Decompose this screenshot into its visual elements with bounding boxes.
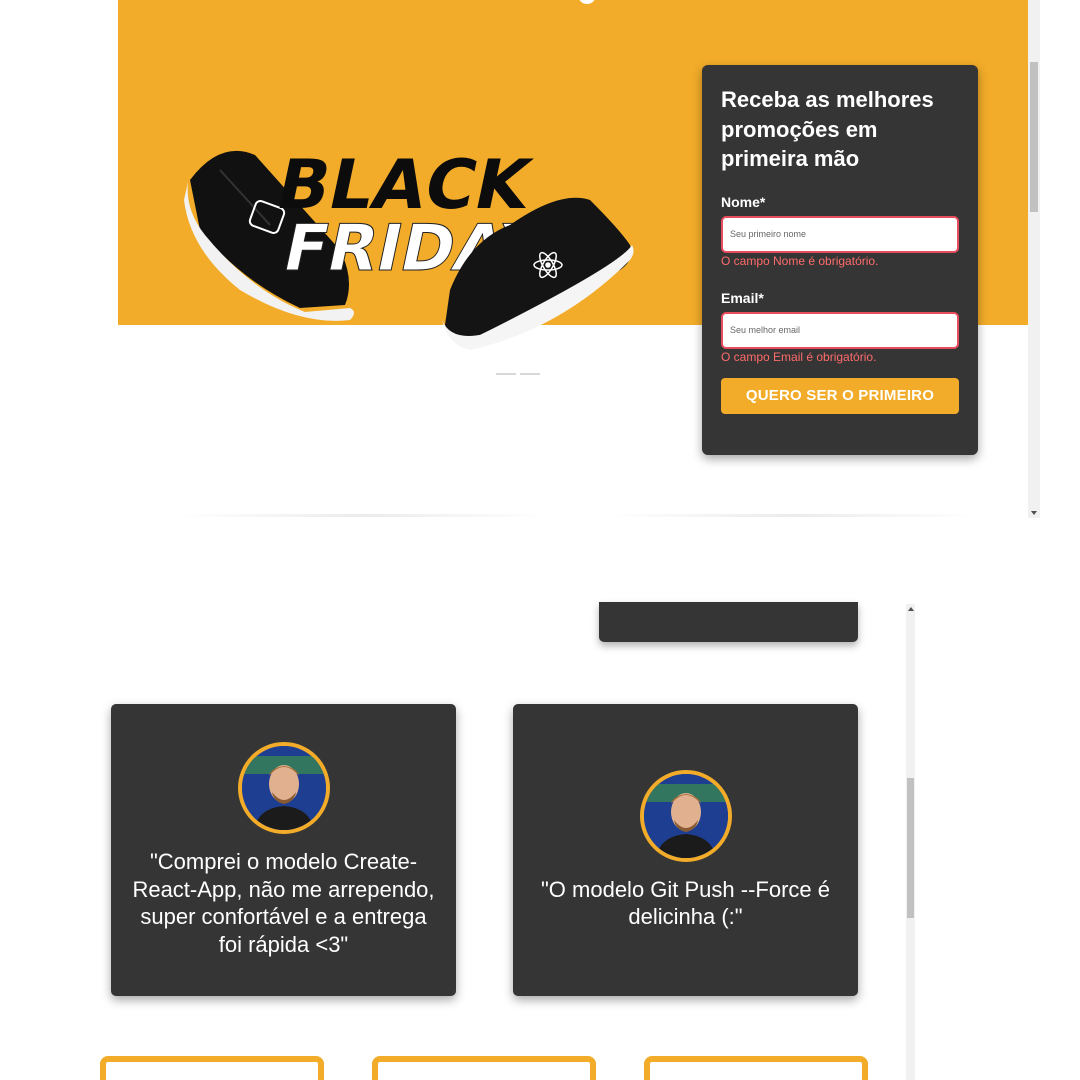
signup-title: Receba as melhores promoções em primeira… [721,87,934,171]
carousel-indicators[interactable] [496,373,540,375]
submit-signup-button[interactable]: QUERO SER O PRIMEIRO [721,377,959,414]
carousel-dot[interactable] [520,373,540,375]
email-field-label: Email* [721,289,764,306]
black-friday-shoes-image: BLACK FRIDAY [184,146,634,350]
name-input[interactable] [721,215,959,253]
name-error-message: O campo Nome é obrigatório. [721,253,879,268]
section-divider [608,514,978,517]
product-card[interactable] [100,1056,324,1080]
product-card[interactable] [644,1056,868,1080]
testimonial-quote: "Comprei o modelo Create-React-App, não … [132,849,435,957]
section-divider [178,514,548,517]
testimonial-quote: "O modelo Git Push --Force é delicinha (… [540,876,831,930]
newsletter-signup-form: Receba as melhores promoções em primeira… [702,65,978,455]
scroll-down-arrow-icon[interactable] [1031,511,1037,515]
testimonial-card: "Comprei o modelo Create-React-App, não … [111,704,456,996]
carousel-dot[interactable] [496,373,516,375]
name-field-label: Nome* [721,193,766,210]
testimonial-card: "O modelo Git Push --Force é delicinha (… [513,704,858,996]
page-scrollbar[interactable] [906,604,915,1080]
partial-testimonial-card [599,602,858,642]
page-scrollbar[interactable] [1028,0,1040,518]
scrollbar-thumb[interactable] [1030,62,1038,212]
avatar [639,769,732,862]
email-error-message: O campo Email é obrigatório. [721,349,877,364]
landing-hero-viewport: BLACK FRIDAY Receba as melhores promoçõe… [0,0,1080,518]
person-photo-icon [643,773,728,858]
scrollbar-thumb[interactable] [907,778,914,918]
scroll-up-arrow-icon[interactable] [908,607,914,611]
product-card[interactable] [372,1056,596,1080]
testimonials-viewport: "Comprei o modelo Create-React-App, não … [0,602,1080,1080]
avatar [237,742,330,834]
person-photo-icon [241,746,326,830]
email-input[interactable] [721,311,959,349]
